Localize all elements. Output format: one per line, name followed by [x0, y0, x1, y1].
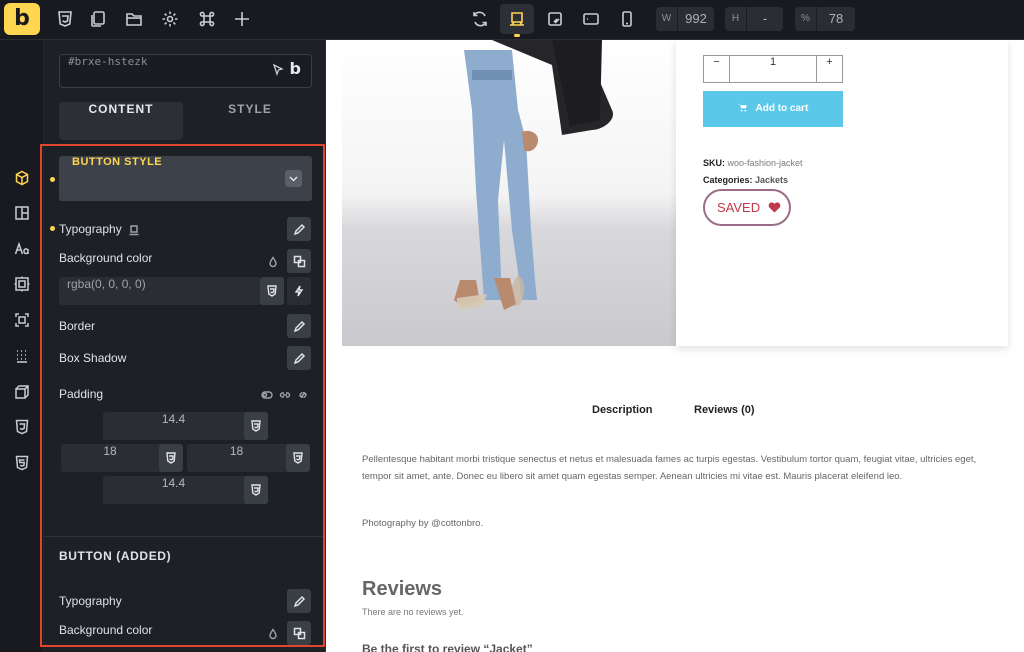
desktop-icon[interactable] [506, 8, 528, 30]
width-field[interactable]: W 992 [656, 7, 714, 31]
pages-icon[interactable] [87, 8, 109, 30]
element-id-field[interactable]: #brxe-hstezk b [59, 54, 312, 88]
description-text: Pellentesque habitant morbi tristique se… [362, 454, 977, 482]
product-summary-card: − 1 + Add to cart SKU: woo-fashion-jacke… [676, 40, 1008, 346]
top-toolbar: b W 992 H - % 78 [0, 0, 1024, 40]
categories-label: Categories: [703, 175, 753, 185]
size-icon[interactable] [11, 309, 33, 331]
quantity-stepper[interactable]: − 1 + [703, 55, 843, 83]
quantity-decrement-button[interactable]: − [704, 56, 730, 82]
refresh-icon[interactable] [469, 8, 491, 30]
categories-link[interactable]: Jackets [755, 175, 788, 185]
tab-reviews[interactable]: Reviews (0) [694, 404, 755, 416]
cursor-icon[interactable] [271, 63, 285, 77]
typography-icon[interactable] [11, 238, 33, 260]
reviews-heading: Reviews [362, 578, 443, 600]
spacing-icon[interactable] [11, 273, 33, 295]
tab-description[interactable]: Description [592, 404, 653, 416]
quantity-increment-button[interactable]: + [816, 56, 842, 82]
no-reviews-text: There are no reviews yet. [362, 607, 464, 617]
saved-button[interactable]: SAVED [703, 189, 791, 226]
tablet-landscape-icon[interactable] [544, 8, 566, 30]
product-image[interactable] [342, 40, 676, 346]
folder-icon[interactable] [123, 8, 145, 30]
photo-credit: Photography by @cottonbro. [362, 518, 484, 529]
bricks-small-icon[interactable]: b [290, 59, 301, 78]
html5-icon[interactable] [11, 452, 33, 474]
left-rail [0, 40, 44, 652]
add-to-cart-button[interactable]: Add to cart [703, 91, 843, 127]
bricks-logo[interactable]: b [4, 3, 40, 35]
categories-line: Categories: Jackets [703, 175, 788, 185]
canvas-preview: − 1 + Add to cart SKU: woo-fashion-jacke… [326, 40, 1024, 652]
heart-icon [764, 200, 781, 215]
mobile-icon[interactable] [616, 8, 638, 30]
first-review-heading: Be the first to review “Jacket” [362, 642, 533, 652]
add-to-cart-label: Add to cart [755, 103, 809, 114]
height-label: H [725, 7, 747, 31]
tab-content[interactable]: CONTENT [59, 102, 183, 140]
grid-icon[interactable] [11, 345, 33, 367]
transform-icon[interactable] [11, 381, 33, 403]
highlight-outline [40, 144, 325, 647]
zoom-label: % [795, 7, 817, 31]
cube-icon[interactable] [11, 167, 33, 189]
saved-label: SAVED [717, 200, 761, 215]
sku-value: woo-fashion-jacket [727, 158, 803, 168]
zoom-field[interactable]: % 78 [795, 7, 855, 31]
command-icon[interactable] [196, 8, 218, 30]
sku-label: SKU: [703, 158, 725, 168]
sku-line: SKU: woo-fashion-jacket [703, 158, 803, 168]
quantity-value[interactable]: 1 [730, 56, 816, 82]
css3-icon[interactable] [54, 8, 76, 30]
settings-icon[interactable] [159, 8, 181, 30]
height-value[interactable]: - [747, 7, 783, 31]
width-value[interactable]: 992 [678, 7, 714, 31]
layout-icon[interactable] [11, 202, 33, 224]
tab-style[interactable]: STYLE [188, 102, 312, 140]
plus-icon[interactable] [231, 8, 253, 30]
css-icon[interactable] [11, 416, 33, 438]
element-id[interactable]: #brxe-hstezk [68, 55, 147, 68]
tablet-portrait-icon[interactable] [580, 8, 602, 30]
width-label: W [656, 7, 678, 31]
fashion-photo-illustration [454, 40, 613, 310]
height-field[interactable]: H - [725, 7, 783, 31]
zoom-value[interactable]: 78 [817, 7, 855, 31]
cart-icon [737, 103, 750, 114]
